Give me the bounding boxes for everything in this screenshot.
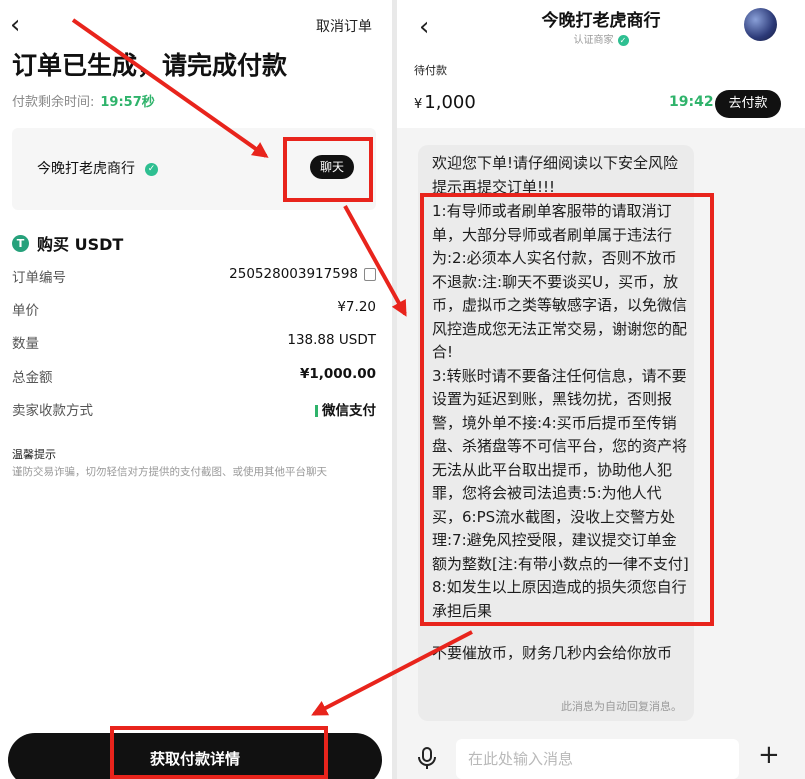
amount: ¥1,000 (414, 92, 476, 113)
merchant-message-bubble: 欢迎您下单!请仔细阅读以下安全风险提示再提交订单!!! 1:有导师或者刷单客服带… (418, 145, 694, 721)
currency-symbol: ¥ (414, 97, 423, 112)
go-pay-button[interactable]: 去付款 (715, 90, 781, 118)
rule-paragraph: 8:如发生以上原因造成的损失须您自行承担后果 (432, 578, 687, 620)
quantity-row: 数量 138.88 USDT (12, 332, 376, 354)
message-intro: 欢迎您下单!请仔细阅读以下安全风险提示再提交订单!!! (432, 154, 679, 196)
remaining-time: 付款剩余时间: 19:57秒 (12, 91, 155, 110)
detail-label: 订单编号 (12, 270, 66, 286)
detail-label: 单价 (12, 303, 39, 319)
wechat-pay-marker-icon (315, 405, 318, 417)
message-rules: 1:有导师或者刷单客服带的请取消订单，大部分导师或者刷单属于违法行为:2:必须本… (432, 200, 690, 623)
plus-icon[interactable]: + (758, 742, 780, 768)
unit-price-row: 单价 ¥7.20 (12, 299, 376, 321)
payment-method-row: 卖家收款方式 微信支付 (12, 399, 376, 421)
total-amount-row: 总金额 ¥1,000.00 (12, 366, 376, 388)
chat-header: ‹ 今晚打老虎商行 认证商家 ✓ (397, 0, 805, 48)
chat-button[interactable]: 聊天 (310, 155, 354, 179)
message-input[interactable] (456, 739, 739, 779)
rule-paragraph: 3:转账时请不要备注任何信息，请不要设置为延迟到账，黑钱勿扰，否则报警，境外单不… (432, 366, 689, 573)
order-number-row: 订单编号 250528003917598 (12, 266, 376, 288)
message-input-bar: + (397, 734, 805, 779)
detail-label: 总金额 (12, 370, 53, 386)
rule-paragraph: 1:有导师或者刷单客服带的请取消订单，大部分导师或者刷单属于违法行为:2:必须本… (432, 202, 688, 361)
chat-panel: ‹ 今晚打老虎商行 认证商家 ✓ 待付款 ¥1,000 19:42 去付款 欢迎您… (397, 0, 805, 779)
auto-reply-note: 此消息为自动回复消息。 (561, 700, 682, 713)
certified-merchant-label: 认证商家 (573, 35, 614, 46)
unit-price-value: ¥7.20 (337, 299, 376, 315)
tips-title: 温馨提示 (12, 448, 56, 461)
total-amount-value: ¥1,000.00 (299, 366, 376, 382)
verified-badge-icon: ✓ (617, 34, 629, 46)
quantity-value: 138.88 USDT (287, 332, 376, 348)
payment-timer: 19:42 (669, 94, 714, 110)
buy-label: 购买 USDT (37, 235, 124, 254)
detail-label: 卖家收款方式 (12, 403, 93, 419)
merchant-info: 今晚打老虎商行 ✓ (37, 158, 158, 178)
microphone-icon[interactable] (413, 744, 441, 772)
avatar[interactable] (744, 8, 777, 41)
tether-icon: T (12, 234, 29, 252)
payment-method-value: 微信支付 (315, 399, 376, 419)
cancel-order-button[interactable]: 取消订单 (316, 16, 372, 36)
merchant-name: 今晚打老虎商行 (37, 161, 135, 177)
back-icon[interactable]: ‹ (10, 12, 20, 38)
tips-text: 谨防交易诈骗，切勿轻信对方提供的支付截图、或使用其他平台聊天 (12, 466, 327, 478)
pending-payment-card: 待付款 ¥1,000 19:42 去付款 (397, 48, 805, 128)
remaining-time-value: 19:57秒 (100, 95, 155, 110)
copy-icon[interactable] (364, 267, 376, 281)
get-payment-details-button[interactable]: 获取付款详情 (8, 733, 382, 779)
message-closing: 不要催放币，财务几秒内会给你放币 (432, 644, 673, 662)
buy-usdt-heading: T 购买 USDT (12, 231, 123, 255)
page-title: 订单已生成，请完成付款 (12, 51, 288, 80)
detail-label: 数量 (12, 336, 39, 352)
verified-badge-icon: ✓ (145, 162, 158, 176)
order-panel: ‹ 取消订单 订单已生成，请完成付款 付款剩余时间: 19:57秒 今晚打老虎商行… (0, 0, 392, 779)
merchant-certification: 认证商家 ✓ (397, 31, 805, 46)
remaining-time-label: 付款剩余时间: (12, 95, 95, 110)
amount-value: 1,000 (424, 92, 476, 113)
pending-label: 待付款 (414, 64, 447, 77)
order-number-value: 250528003917598 (229, 266, 376, 282)
